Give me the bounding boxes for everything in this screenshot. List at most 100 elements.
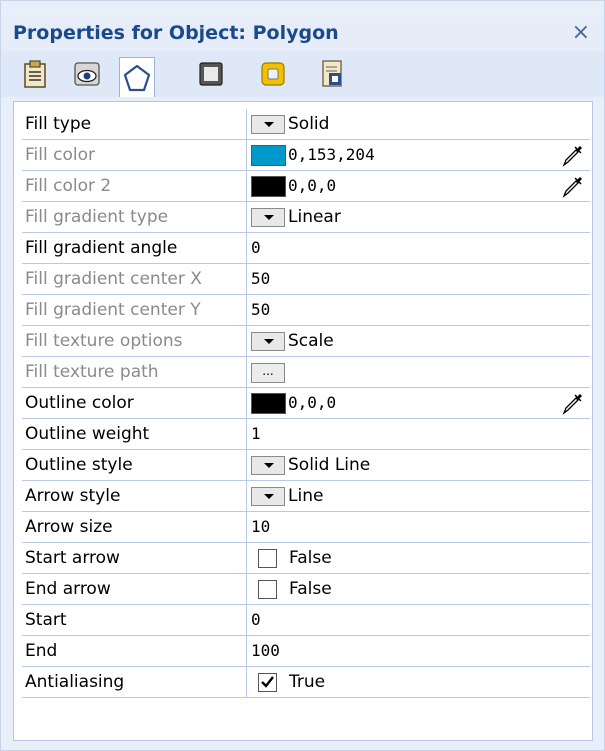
checkbox[interactable] bbox=[258, 549, 277, 568]
column-divider bbox=[246, 202, 247, 232]
dropdown-value[interactable]: Scale bbox=[288, 326, 334, 356]
dropdown-arrow-button[interactable] bbox=[251, 208, 285, 227]
property-name: Arrow style bbox=[25, 486, 121, 506]
color-swatch[interactable] bbox=[251, 145, 286, 166]
property-row[interactable]: Outline color 0,0,0 bbox=[22, 388, 590, 419]
checkbox[interactable] bbox=[258, 673, 277, 692]
eyedropper-icon[interactable] bbox=[560, 173, 586, 199]
property-value[interactable]: 0 bbox=[251, 233, 261, 263]
column-divider bbox=[246, 326, 247, 356]
property-name: Antialiasing bbox=[25, 672, 125, 692]
property-value[interactable]: 1 bbox=[251, 419, 261, 449]
layer-icon bbox=[261, 62, 285, 86]
tab-toolbar bbox=[1, 51, 604, 97]
column-divider bbox=[246, 574, 247, 604]
tab-layer[interactable] bbox=[255, 57, 291, 91]
dropdown-value[interactable]: Solid Line bbox=[288, 450, 370, 480]
property-name: End arrow bbox=[25, 579, 111, 599]
property-row[interactable]: Start arrow False bbox=[22, 543, 590, 574]
column-divider bbox=[246, 636, 247, 666]
color-value[interactable]: 0,153,204 bbox=[288, 140, 375, 170]
property-name: Fill color bbox=[25, 145, 95, 165]
property-row[interactable]: Fill gradient center X 50 bbox=[22, 264, 590, 295]
column-divider bbox=[246, 264, 247, 294]
dropdown-arrow-button[interactable] bbox=[251, 456, 285, 475]
column-divider bbox=[246, 667, 247, 697]
property-value[interactable]: 100 bbox=[251, 636, 280, 666]
column-divider bbox=[246, 233, 247, 263]
property-row[interactable]: End arrow False bbox=[22, 574, 590, 605]
dropdown-value[interactable]: Line bbox=[288, 481, 323, 511]
dropdown-arrow-button[interactable] bbox=[251, 487, 285, 506]
property-name: Fill type bbox=[25, 114, 92, 134]
clipboard-icon bbox=[24, 60, 46, 88]
column-divider bbox=[246, 605, 247, 635]
document-settings-icon bbox=[322, 60, 342, 87]
properties-panel: Properties for Object: Polygon × Fill ty… bbox=[0, 0, 605, 751]
property-row[interactable]: Arrow style Line bbox=[22, 481, 590, 512]
property-value[interactable]: 50 bbox=[251, 295, 270, 325]
property-row[interactable]: Antialiasing True bbox=[22, 667, 590, 698]
color-swatch[interactable] bbox=[251, 176, 286, 197]
dropdown-arrow-button[interactable] bbox=[251, 115, 285, 134]
tab-document[interactable] bbox=[315, 57, 351, 91]
property-value[interactable]: 50 bbox=[251, 264, 270, 294]
property-name: Fill gradient type bbox=[25, 207, 169, 227]
property-name: Start arrow bbox=[25, 548, 120, 568]
property-name: Outline color bbox=[25, 393, 134, 413]
eye-icon bbox=[74, 62, 100, 86]
eyedropper-icon[interactable] bbox=[560, 142, 586, 168]
property-name: Fill gradient angle bbox=[25, 238, 178, 258]
property-row[interactable]: Fill texture options Scale bbox=[22, 326, 590, 357]
color-value[interactable]: 0,0,0 bbox=[288, 171, 336, 201]
pentagon-icon bbox=[123, 64, 151, 91]
property-row[interactable]: Fill gradient center Y 50 bbox=[22, 295, 590, 326]
column-divider bbox=[246, 140, 247, 170]
property-name: Arrow size bbox=[25, 517, 113, 537]
property-name: Fill texture path bbox=[25, 362, 159, 382]
property-row[interactable]: Fill color 0,153,204 bbox=[22, 140, 590, 171]
close-button[interactable]: × bbox=[572, 19, 590, 47]
tab-clipboard[interactable] bbox=[17, 57, 53, 91]
property-row[interactable]: End 100 bbox=[22, 636, 590, 667]
property-row[interactable]: Arrow size 10 bbox=[22, 512, 590, 543]
property-row[interactable]: Fill gradient angle 0 bbox=[22, 233, 590, 264]
checkbox-label: False bbox=[289, 548, 332, 568]
browse-button[interactable]: ... bbox=[251, 363, 285, 383]
panel-title: Properties for Object: Polygon bbox=[13, 22, 339, 44]
property-row[interactable]: Fill type Solid bbox=[22, 109, 590, 140]
property-value[interactable]: 0 bbox=[251, 605, 261, 635]
frame-icon bbox=[199, 62, 223, 86]
property-row[interactable]: Fill gradient type Linear bbox=[22, 202, 590, 233]
column-divider bbox=[246, 109, 247, 139]
property-name: Start bbox=[25, 610, 67, 630]
eyedropper-icon[interactable] bbox=[560, 390, 586, 416]
property-row[interactable]: Fill texture path... bbox=[22, 357, 590, 388]
checkbox-label: True bbox=[289, 672, 326, 692]
property-row[interactable]: Start 0 bbox=[22, 605, 590, 636]
property-row[interactable]: Fill color 2 0,0,0 bbox=[22, 171, 590, 202]
column-divider bbox=[246, 171, 247, 201]
property-grid: Fill type Solid Fill color 0,153,204 Fill co… bbox=[13, 101, 593, 741]
dropdown-value[interactable]: Linear bbox=[288, 202, 341, 232]
property-row[interactable]: Outline weight 1 bbox=[22, 419, 590, 450]
tab-polygon[interactable] bbox=[119, 57, 155, 97]
column-divider bbox=[246, 450, 247, 480]
property-name: Fill gradient center Y bbox=[25, 300, 201, 320]
property-name: Outline style bbox=[25, 455, 133, 475]
column-divider bbox=[246, 388, 247, 418]
dropdown-arrow-button[interactable] bbox=[251, 332, 285, 351]
property-row[interactable]: Outline style Solid Line bbox=[22, 450, 590, 481]
color-swatch[interactable] bbox=[251, 393, 286, 414]
property-name: Fill gradient center X bbox=[25, 269, 202, 289]
color-value[interactable]: 0,0,0 bbox=[288, 388, 336, 418]
tab-visibility[interactable] bbox=[69, 57, 105, 91]
property-value[interactable]: 10 bbox=[251, 512, 270, 542]
checkbox[interactable] bbox=[258, 580, 277, 599]
column-divider bbox=[246, 419, 247, 449]
dropdown-value[interactable]: Solid bbox=[288, 109, 329, 139]
property-name: Outline weight bbox=[25, 424, 150, 444]
tab-frame[interactable] bbox=[193, 57, 229, 91]
column-divider bbox=[246, 481, 247, 511]
property-name: Fill color 2 bbox=[25, 176, 112, 196]
